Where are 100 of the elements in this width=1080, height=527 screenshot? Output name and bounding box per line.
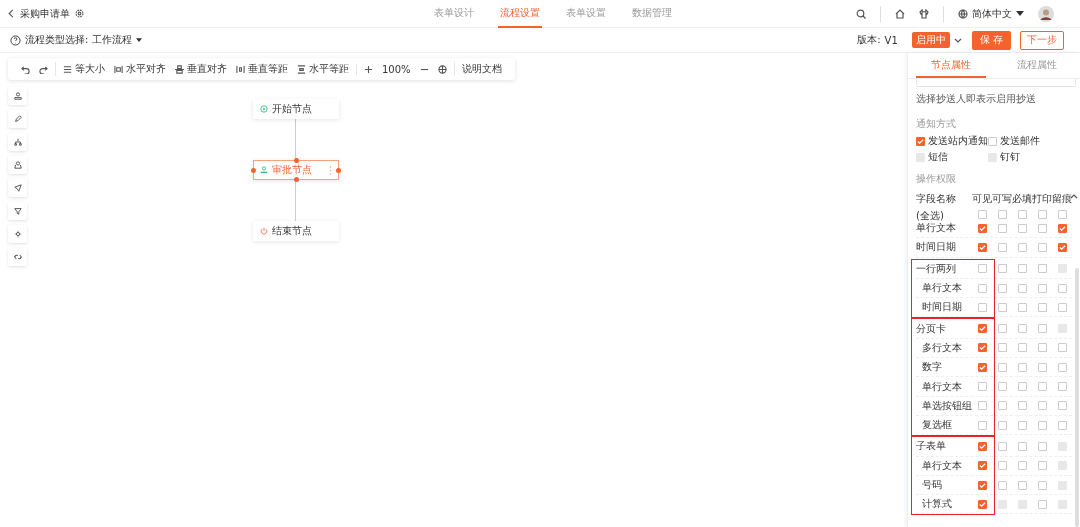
- checkbox[interactable]: [977, 461, 987, 471]
- checkbox[interactable]: [916, 136, 925, 146]
- checkbox[interactable]: [1017, 401, 1027, 411]
- flow-type-select[interactable]: 工作流程: [92, 33, 133, 47]
- checkbox[interactable]: [1057, 362, 1067, 372]
- home-icon[interactable]: [895, 8, 905, 19]
- checkbox[interactable]: [1017, 420, 1027, 430]
- checkbox[interactable]: [977, 210, 987, 219]
- collapse-icon[interactable]: [1070, 194, 1078, 199]
- checkbox[interactable]: [1037, 324, 1047, 334]
- chevron-down-icon[interactable]: [953, 37, 962, 43]
- checkbox[interactable]: [1057, 382, 1067, 391]
- checkbox[interactable]: [1057, 210, 1067, 219]
- language-label[interactable]: 简体中文: [972, 6, 1012, 21]
- checkbox[interactable]: [997, 242, 1007, 252]
- checkbox[interactable]: [1017, 343, 1027, 353]
- checkbox[interactable]: [977, 264, 987, 274]
- checkbox[interactable]: [977, 480, 987, 490]
- checkbox[interactable]: [997, 210, 1007, 219]
- globe-icon[interactable]: [958, 8, 968, 19]
- toolbar-button[interactable]: 说明文档: [461, 62, 502, 76]
- checkbox[interactable]: [1057, 420, 1067, 430]
- checkbox[interactable]: [1017, 210, 1027, 219]
- checkbox[interactable]: [977, 499, 987, 509]
- checkbox[interactable]: [997, 302, 1007, 312]
- palette-button[interactable]: [8, 202, 27, 220]
- checkbox[interactable]: [1037, 441, 1047, 451]
- toolbar-button[interactable]: 垂直对齐: [175, 62, 227, 76]
- checkbox[interactable]: [1037, 302, 1047, 312]
- checkbox[interactable]: [997, 362, 1007, 372]
- toolbar-button[interactable]: 等大小: [63, 62, 105, 76]
- checkbox[interactable]: [997, 480, 1007, 490]
- flow-node[interactable]: 开始节点: [253, 99, 339, 119]
- checkbox[interactable]: [1017, 242, 1027, 252]
- checkbox[interactable]: [1017, 223, 1027, 233]
- search-icon[interactable]: [856, 8, 866, 19]
- checkbox[interactable]: [1017, 480, 1027, 490]
- checkbox[interactable]: [997, 324, 1007, 334]
- checkbox[interactable]: [977, 302, 987, 312]
- checkbox[interactable]: [997, 264, 1007, 274]
- caret-icon[interactable]: [1016, 11, 1024, 16]
- checkbox[interactable]: [977, 362, 987, 372]
- checkbox[interactable]: [997, 283, 1007, 293]
- checkbox[interactable]: [977, 223, 987, 233]
- checkbox[interactable]: [1017, 302, 1027, 312]
- checkbox[interactable]: [1037, 362, 1047, 372]
- checkbox[interactable]: [1057, 242, 1067, 252]
- flow-node[interactable]: 结束节点: [253, 221, 339, 241]
- palette-button[interactable]: [8, 87, 27, 105]
- checkbox[interactable]: [977, 420, 987, 430]
- checkbox[interactable]: [1037, 480, 1047, 490]
- checkbox[interactable]: [997, 343, 1007, 353]
- more-icon[interactable]: [329, 165, 332, 175]
- checkbox[interactable]: [1017, 362, 1027, 372]
- caret-icon[interactable]: [136, 38, 143, 42]
- checkbox[interactable]: [1017, 324, 1027, 334]
- palette-button[interactable]: [8, 156, 27, 174]
- toolbar-button[interactable]: 水平对齐: [114, 62, 166, 76]
- plus-button[interactable]: [364, 64, 373, 74]
- checkbox[interactable]: [1057, 223, 1067, 233]
- toolbar-button[interactable]: 水平等距: [297, 62, 349, 76]
- shirt-icon[interactable]: [919, 8, 929, 19]
- palette-button[interactable]: [8, 179, 27, 197]
- input-field[interactable]: [916, 79, 1076, 87]
- checkbox[interactable]: [1057, 343, 1067, 353]
- palette-button[interactable]: [8, 225, 27, 243]
- checkbox[interactable]: [1017, 283, 1027, 293]
- checkbox[interactable]: [1057, 283, 1067, 293]
- checkbox[interactable]: [997, 420, 1007, 430]
- palette-button[interactable]: [8, 248, 27, 266]
- node-handle[interactable]: [294, 177, 299, 182]
- gear-icon[interactable]: [75, 9, 84, 18]
- node-handle[interactable]: [251, 168, 256, 173]
- fit-button[interactable]: [437, 64, 447, 74]
- checkbox[interactable]: [1017, 441, 1027, 451]
- checkbox[interactable]: [988, 136, 997, 146]
- checkbox[interactable]: [1057, 401, 1067, 411]
- redo-button[interactable]: [39, 64, 48, 74]
- checkbox[interactable]: [977, 283, 987, 293]
- checkbox[interactable]: [977, 324, 987, 334]
- avatar[interactable]: [1038, 5, 1054, 22]
- checkbox[interactable]: [977, 343, 987, 353]
- checkbox[interactable]: [1017, 264, 1027, 274]
- checkbox[interactable]: [1037, 210, 1047, 219]
- checkbox[interactable]: [1017, 461, 1027, 471]
- toolbar-button[interactable]: 垂直等距: [236, 62, 288, 76]
- checkbox[interactable]: [977, 242, 987, 252]
- checkbox[interactable]: [977, 401, 987, 411]
- checkbox[interactable]: [1037, 499, 1047, 509]
- checkbox[interactable]: [1037, 420, 1047, 430]
- checkbox[interactable]: [1037, 223, 1047, 233]
- checkbox[interactable]: [997, 441, 1007, 451]
- checkbox[interactable]: [997, 461, 1007, 471]
- checkbox[interactable]: [1017, 382, 1027, 391]
- checkbox[interactable]: [1057, 302, 1067, 312]
- checkbox[interactable]: [1037, 242, 1047, 252]
- checkbox[interactable]: [1037, 283, 1047, 293]
- undo-button[interactable]: [21, 64, 30, 74]
- palette-button[interactable]: [8, 110, 27, 128]
- checkbox[interactable]: [977, 382, 987, 391]
